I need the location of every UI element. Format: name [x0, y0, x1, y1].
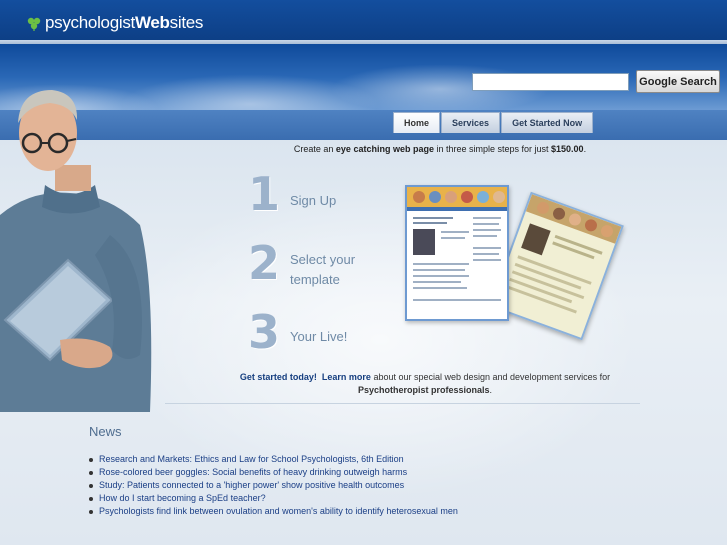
news-link-3[interactable]: Study: Patients connected to a 'higher p… [99, 479, 404, 492]
news-link-5[interactable]: Psychologists find link between ovulatio… [99, 505, 458, 518]
news-item: Research and Markets: Ethics and Law for… [89, 453, 458, 466]
tagline-pre: Create an [293, 144, 336, 154]
learn-more-link[interactable]: Learn more [322, 372, 371, 382]
bullet-icon [89, 483, 93, 488]
news-link-4[interactable]: How do I start becoming a SpEd teacher? [99, 492, 266, 505]
learn-more-block: Get started today! Learn more about our … [210, 371, 640, 397]
person-photo [0, 90, 152, 412]
audience-end: . [489, 385, 493, 395]
tagline-end: . [583, 144, 587, 154]
step-2-number: 2 [248, 236, 281, 290]
tab-services[interactable]: Services [441, 112, 501, 133]
news-item: Rose-colored beer goggles: Social benefi… [89, 466, 458, 479]
main-nav: Home Services Get Started Now [393, 112, 594, 134]
content-divider [165, 403, 640, 404]
header-bar: psychologist Web sites [0, 0, 727, 40]
template-preview-blue [405, 185, 509, 321]
news-item: Study: Patients connected to a 'higher p… [89, 479, 458, 492]
site-logo[interactable]: psychologist Web sites [27, 13, 203, 33]
bullet-icon [89, 457, 93, 462]
step-2-label: Select your template [290, 252, 356, 287]
news-item: How do I start becoming a SpEd teacher? [89, 492, 458, 505]
hero-tagline: Create an eye catching web page in three… [150, 144, 727, 154]
news-list: Research and Markets: Ethics and Law for… [89, 453, 458, 518]
google-search-button[interactable]: Google Search [636, 70, 720, 93]
bullet-icon [89, 470, 93, 475]
logo-text-psychologist: psychologist [45, 13, 135, 32]
clover-icon [27, 17, 41, 31]
logo-text-web: Web [134, 13, 170, 32]
audience-text: Psychotheropist professionals [357, 385, 490, 395]
tab-home[interactable]: Home [393, 112, 441, 133]
tagline-emphasis: eye catching web page [335, 144, 434, 154]
news-heading: News [89, 424, 122, 439]
bullet-icon [89, 509, 93, 514]
search-input[interactable] [472, 73, 629, 91]
tab-get-started-now[interactable]: Get Started Now [501, 112, 594, 133]
learn-more-text: about our special web design and develop… [370, 372, 611, 382]
step-3-number: 3 [248, 305, 281, 359]
step-3-label: Your Live! [290, 329, 348, 344]
logo-text-sites: sites [169, 13, 204, 32]
news-link-2[interactable]: Rose-colored beer goggles: Social benefi… [99, 466, 407, 479]
news-item: Psychologists find link between ovulatio… [89, 505, 458, 518]
news-link-1[interactable]: Research and Markets: Ethics and Law for… [99, 453, 404, 466]
tagline-price: $150.00 [551, 144, 584, 154]
bullet-icon [89, 496, 93, 501]
step-1-label: Sign Up [290, 193, 337, 208]
step-1-number: 1 [248, 167, 281, 221]
tagline-mid: in three simple steps for just [433, 144, 552, 154]
get-started-link[interactable]: Get started today! [240, 372, 317, 382]
